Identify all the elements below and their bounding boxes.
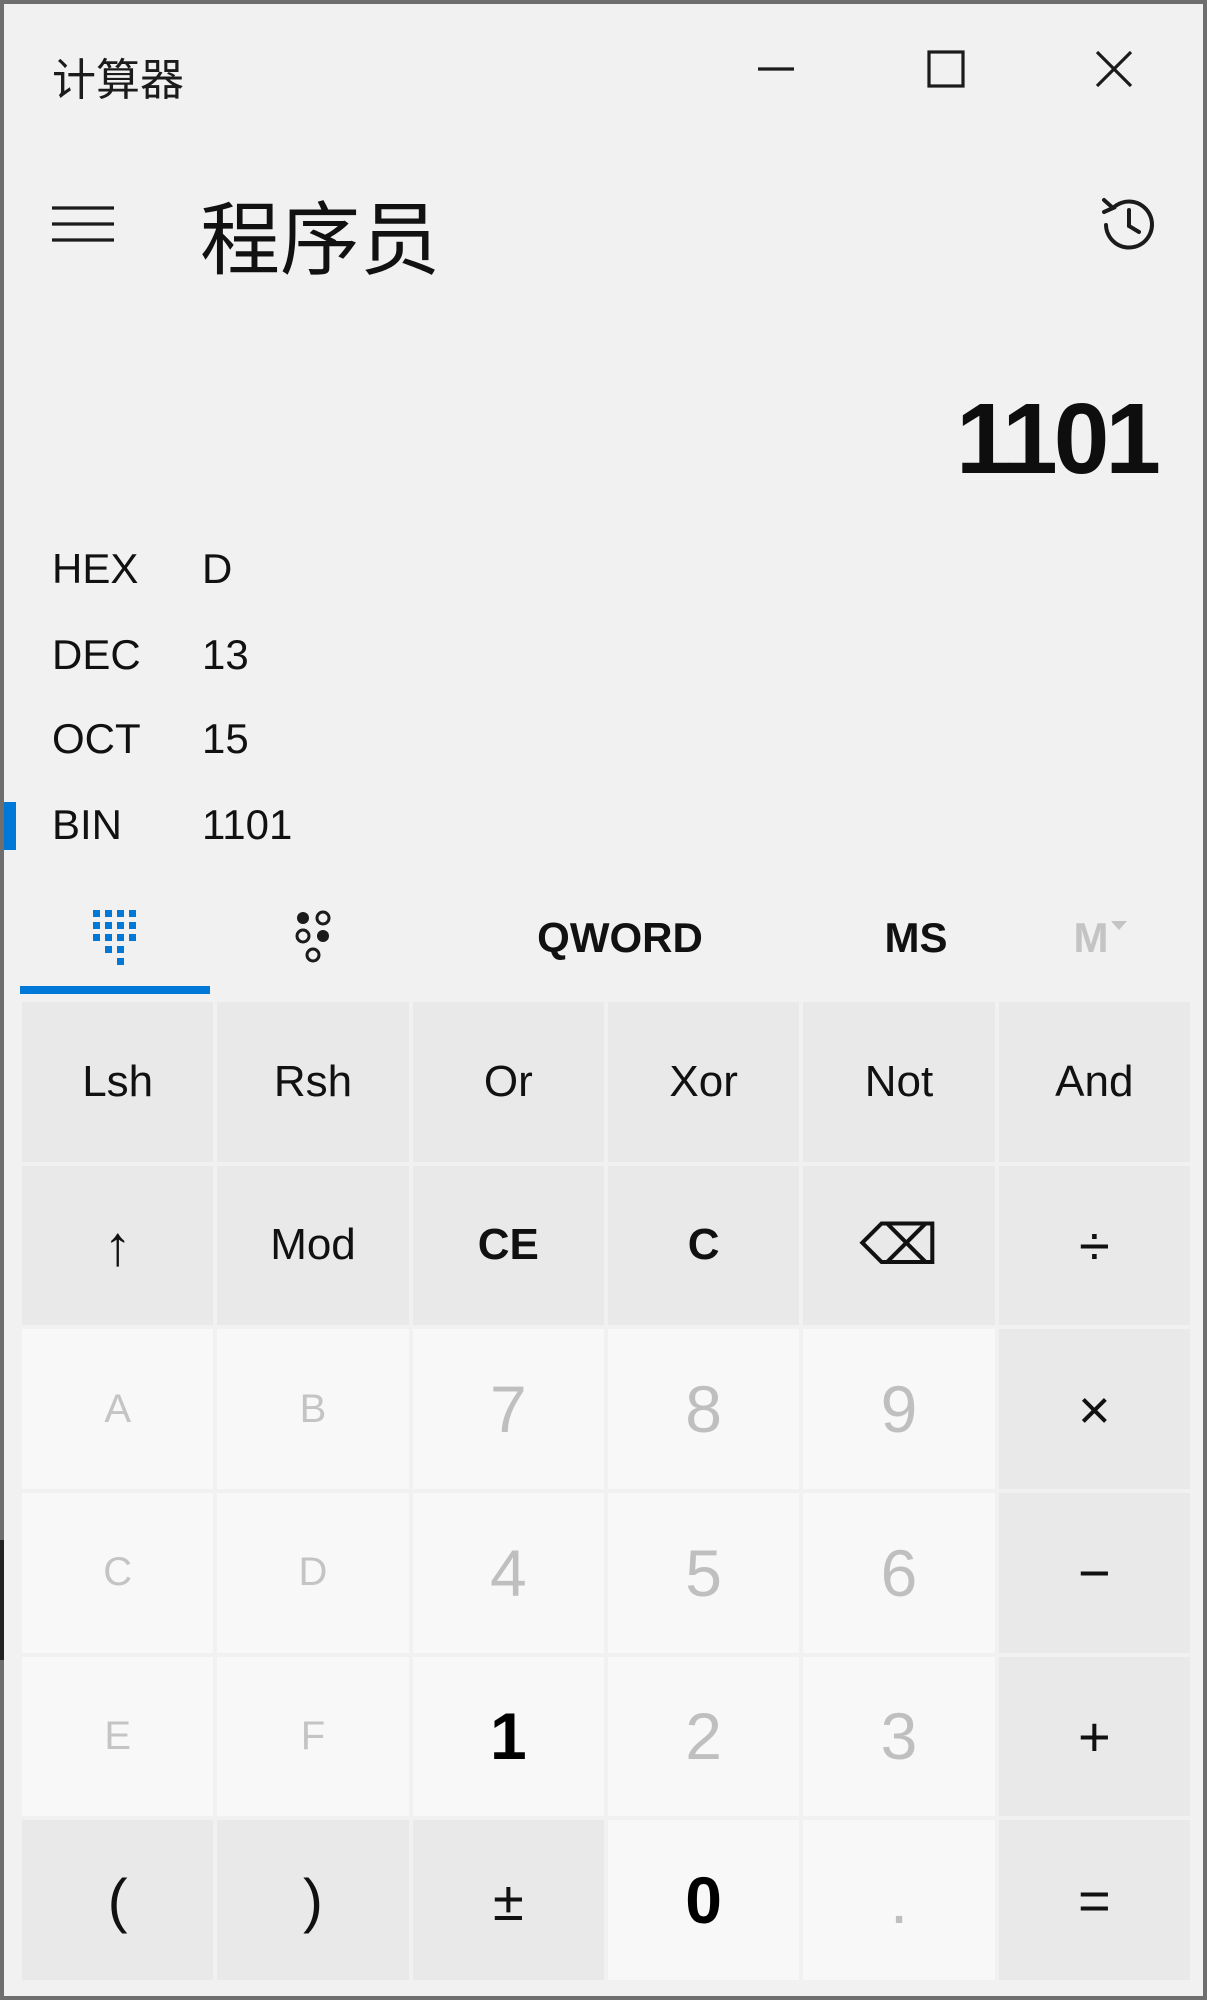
radix-label: HEX	[52, 545, 139, 592]
window-title: 计算器	[52, 56, 184, 105]
result-display: 1101	[956, 383, 1161, 495]
radix-oct[interactable]: OCT 15	[4, 700, 804, 778]
or-button[interactable]: Or	[412, 1002, 604, 1162]
hamburger-icon	[52, 206, 114, 242]
not-button[interactable]: Not	[803, 1002, 995, 1162]
hex-d-button[interactable]: D	[217, 1493, 409, 1653]
add-button[interactable]: +	[998, 1656, 1190, 1817]
memory-store-label: MS	[884, 914, 948, 961]
digit-6-button[interactable]: 6	[803, 1493, 995, 1653]
digit-2-button[interactable]: 2	[607, 1656, 800, 1817]
open-paren-button[interactable]: (	[22, 1820, 214, 1980]
hex-e-button[interactable]: E	[22, 1656, 214, 1817]
digit-0-button[interactable]: 0	[607, 1820, 800, 1980]
clear-entry-button[interactable]: CE	[412, 1165, 604, 1326]
radix-value: D	[202, 545, 233, 592]
rsh-button[interactable]: Rsh	[217, 1002, 409, 1162]
bit-toggling-keypad-tab[interactable]	[220, 884, 410, 992]
word-size-label: QWORD	[537, 914, 703, 961]
history-button[interactable]	[1084, 180, 1174, 270]
radix-hex[interactable]: HEX D	[4, 530, 804, 608]
decimal-button[interactable]: .	[803, 1820, 995, 1980]
hex-c-button[interactable]: C	[22, 1493, 214, 1653]
digit-4-button[interactable]: 4	[412, 1493, 604, 1653]
full-keypad-tab[interactable]	[20, 884, 210, 994]
hex-b-button[interactable]: B	[217, 1329, 409, 1489]
memory-list-button[interactable]: M	[1020, 884, 1180, 992]
shift-button[interactable]: ↑	[22, 1165, 214, 1326]
digit-5-button[interactable]: 5	[607, 1493, 800, 1653]
radix-value: 1101	[202, 801, 293, 848]
hex-a-button[interactable]: A	[22, 1329, 214, 1489]
full-keypad-icon	[93, 910, 136, 965]
radix-bin[interactable]: BIN 1101	[4, 786, 804, 864]
title-bar[interactable]: 计算器	[4, 4, 1203, 134]
radix-value: 13	[202, 631, 249, 678]
negate-button[interactable]: ±	[412, 1820, 604, 1980]
divide-button[interactable]: ÷	[998, 1165, 1190, 1326]
digit-9-button[interactable]: 9	[803, 1329, 995, 1489]
radix-dec[interactable]: DEC 13	[4, 616, 804, 694]
chevron-down-icon	[1110, 921, 1127, 930]
close-button[interactable]	[1054, 26, 1174, 112]
digit-8-button[interactable]: 8	[607, 1329, 800, 1489]
radix-label: BIN	[52, 801, 123, 848]
mod-button[interactable]: Mod	[217, 1165, 409, 1326]
close-icon	[1095, 50, 1133, 88]
digit-7-button[interactable]: 7	[412, 1329, 604, 1489]
clear-button[interactable]: C	[607, 1165, 800, 1326]
history-icon	[1102, 198, 1154, 250]
header: 程序员	[4, 154, 1203, 294]
subtract-button[interactable]: −	[998, 1493, 1190, 1653]
active-tab-underline	[20, 986, 210, 994]
word-size-button[interactable]: QWORD	[450, 884, 790, 992]
hex-f-button[interactable]: F	[217, 1656, 409, 1817]
lsh-button[interactable]: Lsh	[22, 1002, 214, 1162]
background-edge	[0, 1540, 4, 1660]
close-paren-button[interactable]: )	[217, 1820, 409, 1980]
digit-1-button[interactable]: 1	[412, 1656, 604, 1817]
radix-value: 15	[202, 715, 249, 762]
multiply-button[interactable]: ×	[998, 1329, 1190, 1489]
maximize-icon	[927, 50, 965, 88]
bit-toggle-icon	[295, 910, 331, 963]
equals-button[interactable]: =	[998, 1820, 1190, 1980]
mode-title: 程序员	[200, 196, 440, 285]
minimize-icon	[758, 67, 794, 71]
navigation-menu-button[interactable]	[38, 184, 128, 264]
calculator-window: 计算器 程序员 1101 HEX D DEC 13 OCT 15 BIN 110…	[0, 0, 1207, 2000]
radix-label: OCT	[52, 715, 141, 762]
radix-label: DEC	[52, 631, 141, 678]
maximize-button[interactable]	[886, 26, 1006, 112]
minimize-button[interactable]	[716, 26, 836, 112]
backspace-button[interactable]: ⌫	[803, 1165, 995, 1326]
keypad: Lsh Rsh Or Xor Not And ↑ Mod CE C ⌫ ÷ A …	[22, 1002, 1190, 1980]
xor-button[interactable]: Xor	[607, 1002, 800, 1162]
keypad-toolbar: QWORD MS M	[20, 884, 1190, 999]
digit-3-button[interactable]: 3	[803, 1656, 995, 1817]
memory-list-label: M	[1073, 914, 1109, 961]
selected-radix-indicator	[4, 802, 16, 850]
and-button[interactable]: And	[998, 1002, 1190, 1162]
memory-store-button[interactable]: MS	[826, 884, 1006, 992]
